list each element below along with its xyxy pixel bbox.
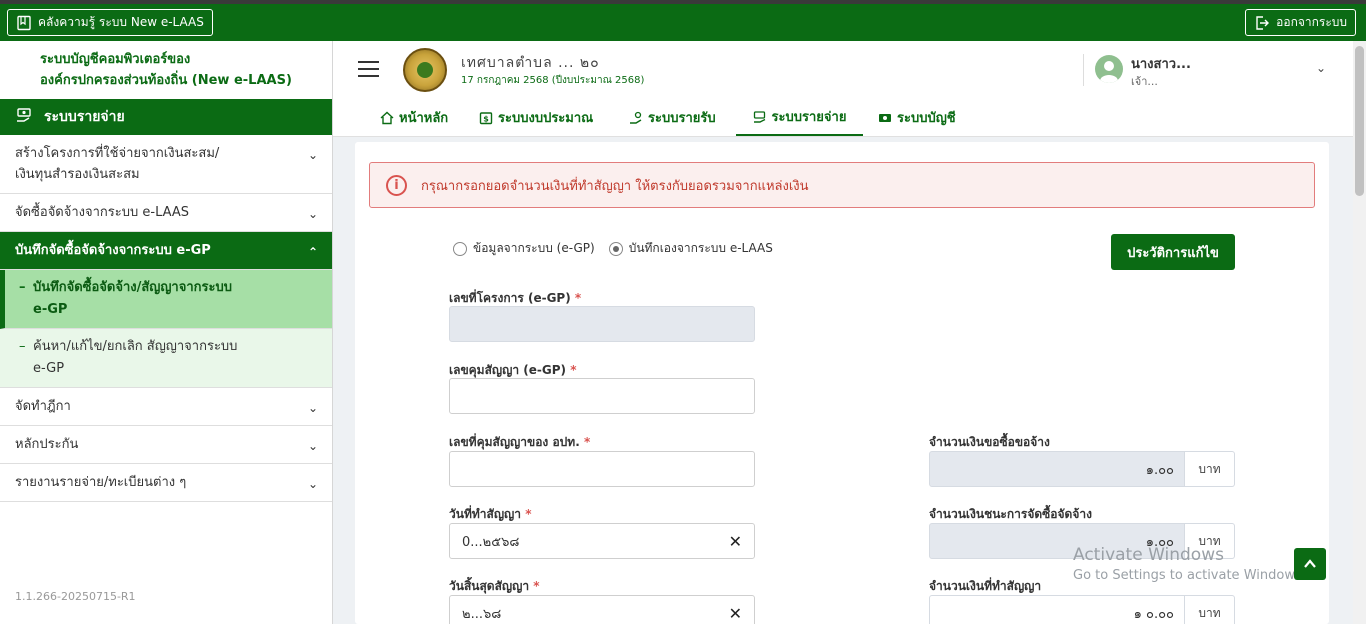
request-amount-field: ๑.๐๐ บาท	[929, 451, 1235, 487]
winning-amount-label: จำนวนเงินชนะการจัดซื้อจัดจ้าง	[929, 507, 1092, 521]
sidebar-menu: สร้างโครงการที่ใช้จ่ายจากเงินสะสม/ เงินท…	[0, 135, 332, 502]
arrow-up-icon	[1304, 559, 1316, 568]
chevron-down-icon: ⌄	[307, 477, 318, 491]
tab-home[interactable]: หน้าหลัก	[380, 99, 448, 136]
tab-budget[interactable]: $ ระบบงบประมาณ	[479, 99, 593, 136]
source-radio-group: ข้อมูลจากระบบ (e-GP) บันทึกเองจากระบบ e-…	[453, 239, 773, 258]
request-amount-unit: บาท	[1185, 451, 1235, 487]
sidebar-item-procurement-egp[interactable]: บันทึกจัดซื้อจัดจ้างจากระบบ e-GP ⌃	[0, 232, 332, 270]
expense-icon	[753, 110, 765, 123]
knowledge-base-button[interactable]: คลังความรู้ ระบบ New e-LAAS	[7, 9, 213, 36]
hamburger-menu-icon[interactable]	[358, 61, 379, 77]
sidebar-subitem-search-contract[interactable]: – ค้นหา/แก้ไข/ยกเลิก สัญญาจากระบบ e-GP	[0, 329, 332, 388]
module-tabs: หน้าหลัก $ ระบบงบประมาณ ระบบรายรับ ระบบร…	[333, 99, 1353, 137]
top-bar: คลังความรู้ ระบบ New e-LAAS ออกจากระบบ	[0, 0, 1366, 41]
edit-history-button[interactable]: ประวัติการแก้ไข	[1111, 234, 1235, 270]
user-role: เจ้า...	[1131, 75, 1158, 88]
contract-end-input[interactable]: ๒...๖๘ ✕	[449, 595, 755, 624]
sidebar-section-expense: ระบบรายจ่าย	[0, 99, 332, 135]
radio-manual[interactable]: บันทึกเองจากระบบ e-LAAS	[608, 239, 773, 258]
user-menu-chevron-icon[interactable]: ⌄	[1316, 61, 1326, 75]
tab-accounting[interactable]: ระบบบัญชี	[878, 99, 956, 136]
contract-amount-unit: บาท	[1185, 595, 1235, 624]
logout-label: ออกจากระบบ	[1276, 15, 1347, 29]
project-no-input[interactable]	[449, 306, 755, 342]
sidebar-item-guarantee[interactable]: หลักประกัน ⌄	[0, 426, 332, 464]
request-amount-input[interactable]: ๑.๐๐	[929, 451, 1185, 487]
windows-activation-watermark: Activate Windows Go to Settings to activ…	[1073, 545, 1306, 583]
chevron-down-icon: ⌄	[307, 207, 318, 221]
contract-amount-label: จำนวนเงินที่ทำสัญญา	[929, 579, 1042, 593]
organization-name: เทศบาลตำบล ... ๒๐	[461, 55, 600, 71]
page-scrollbar[interactable]	[1353, 41, 1366, 624]
contract-end-label: วันสิ้นสุดสัญญา *	[449, 579, 540, 593]
money-hand-icon	[16, 107, 34, 127]
income-icon	[630, 111, 642, 124]
alert-message: กรุณากรอกยอดจำนวนเงินที่ทำสัญญา ให้ตรงกั…	[421, 178, 809, 194]
contract-date-label: วันที่ทำสัญญา *	[449, 507, 532, 521]
sidebar-item-procurement-elaas[interactable]: จัดซื้อจัดจ้างจากระบบ e-LAAS ⌄	[0, 194, 332, 232]
chevron-up-icon: ⌃	[307, 245, 318, 259]
version-label: 1.1.266-20250715-R1	[15, 590, 136, 603]
brand-line-1: ระบบบัญชีคอมพิวเตอร์ของ	[40, 52, 191, 67]
sidebar-item-accumulated-fund-project[interactable]: สร้างโครงการที่ใช้จ่ายจากเงินสะสม/ เงินท…	[0, 135, 332, 194]
request-amount-label: จำนวนเงินขอซื้อขอจ้าง	[929, 435, 1050, 449]
sidebar-section-title: ระบบรายจ่าย	[44, 109, 125, 125]
logout-icon	[1256, 15, 1270, 30]
contract-amount-field: ๑ ๐.๐๐ บาท	[929, 595, 1235, 624]
contract-date-input[interactable]: 0...๒๕๖๘ ✕	[449, 523, 755, 559]
home-icon	[380, 111, 394, 124]
validation-alert: i กรุณากรอกยอดจำนวนเงินที่ทำสัญญา ให้ตรง…	[369, 162, 1315, 208]
contract-no-input[interactable]	[449, 451, 755, 487]
logout-button[interactable]: ออกจากระบบ	[1245, 9, 1356, 36]
tab-expense[interactable]: ระบบรายจ่าย	[736, 99, 863, 136]
chevron-down-icon: ⌄	[307, 148, 318, 162]
organization-logo	[403, 48, 447, 92]
fiscal-date: 17 กรกฎาคม 2568 (ปีงบประมาณ 2568)	[461, 75, 645, 86]
svg-text:$: $	[483, 114, 489, 123]
account-icon	[879, 113, 891, 122]
chevron-down-icon: ⌄	[307, 439, 318, 453]
chevron-down-icon: ⌄	[307, 401, 318, 415]
contract-amount-input[interactable]: ๑ ๐.๐๐	[929, 595, 1185, 624]
info-alert-icon: i	[386, 174, 407, 196]
brand-title: ระบบบัญชีคอมพิวเตอร์ของ องค์กรปกครองส่วน…	[40, 49, 292, 91]
sidebar: ระบบบัญชีคอมพิวเตอร์ของ องค์กรปกครองส่วน…	[0, 41, 333, 624]
user-name: นางสาว...	[1131, 57, 1191, 72]
tab-income[interactable]: ระบบรายรับ	[629, 99, 716, 136]
sidebar-item-expense-reports[interactable]: รายงานรายจ่าย/ทะเบียนต่าง ๆ ⌄	[0, 464, 332, 502]
header: เทศบาลตำบล ... ๒๐ 17 กรกฎาคม 2568 (ปีงบป…	[333, 41, 1353, 99]
clear-end-date-icon[interactable]: ✕	[729, 604, 742, 623]
sidebar-subitem-record-contract[interactable]: – บันทึกจัดซื้อจัดจ้าง/สัญญาจากระบบ e-GP	[0, 270, 332, 329]
scroll-to-top-button[interactable]	[1294, 548, 1326, 580]
sidebar-item-voucher[interactable]: จัดทำฎีกา ⌄	[0, 388, 332, 426]
contract-ctrl-input[interactable]	[449, 378, 755, 414]
brand-line-2: องค์กรปกครองส่วนท้องถิ่น (New e-LAAS)	[40, 73, 292, 88]
budget-icon: $	[479, 111, 493, 124]
book-icon	[17, 15, 31, 30]
contract-no-label: เลขที่คุมสัญญาของ อปท. *	[449, 435, 591, 449]
knowledge-base-label: คลังความรู้ ระบบ New e-LAAS	[38, 15, 204, 29]
scrollbar-thumb[interactable]	[1355, 46, 1364, 196]
user-avatar-icon[interactable]	[1095, 55, 1123, 83]
radio-egp[interactable]: ข้อมูลจากระบบ (e-GP)	[453, 239, 595, 258]
clear-date-icon[interactable]: ✕	[729, 532, 742, 551]
